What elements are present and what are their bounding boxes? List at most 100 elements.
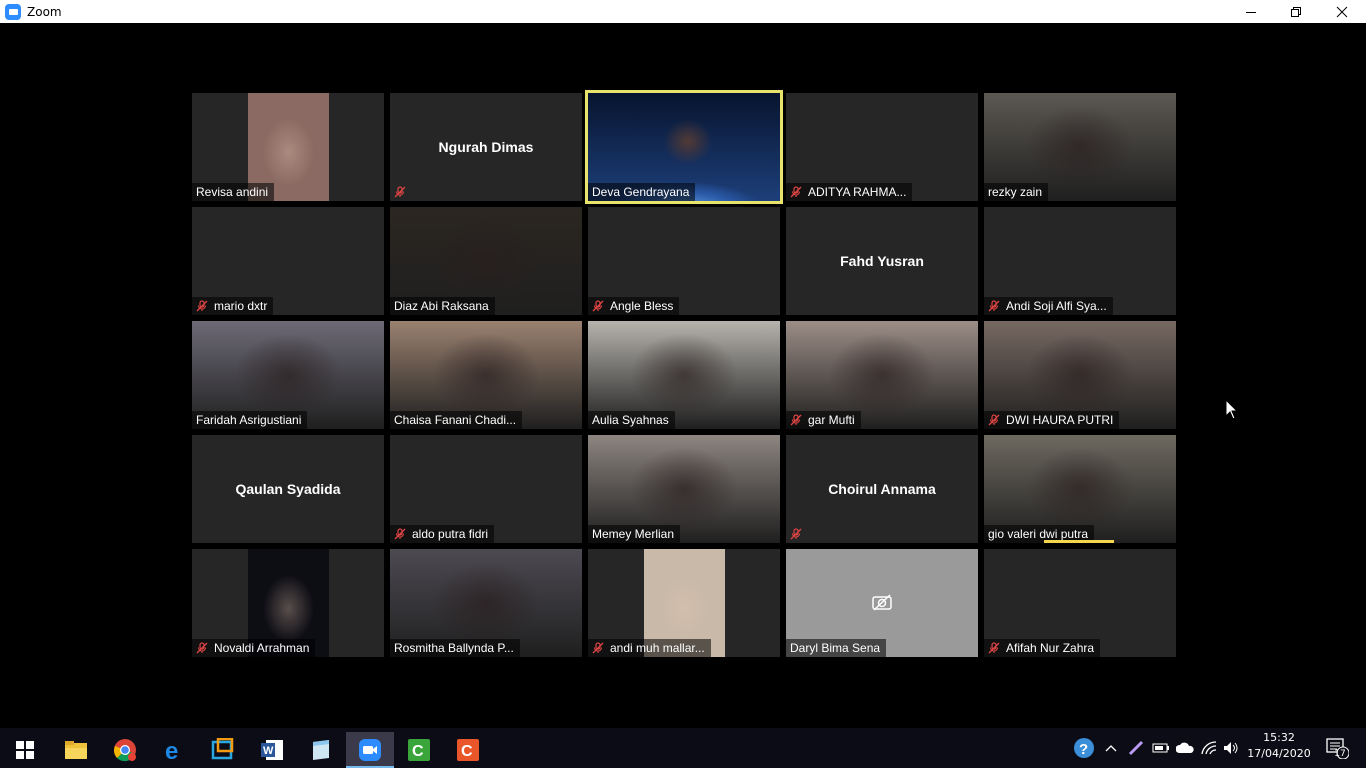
participant-tile[interactable]: Novaldi Arrahman — [192, 549, 384, 657]
restore-button[interactable] — [1273, 0, 1319, 23]
participant-tile[interactable]: aldo putra fidri — [390, 435, 582, 543]
clock-time: 15:32 — [1263, 731, 1295, 744]
participant-name-tag: Diaz Abi Raksana — [390, 297, 495, 315]
participant-display-name: Choirul Annama — [828, 481, 936, 497]
participant-name-tag — [390, 183, 418, 201]
notification-count: 17 — [1334, 749, 1346, 759]
snagit-icon[interactable]: C — [444, 732, 492, 768]
participant-name: gio valeri dwi putra — [988, 527, 1089, 541]
participant-name: Angle Bless — [610, 299, 674, 313]
word-icon[interactable]: W — [248, 732, 296, 768]
muted-mic-icon — [394, 186, 412, 198]
pen-icon[interactable] — [1125, 732, 1147, 764]
participant-name: aldo putra fidri — [412, 527, 489, 541]
participant-tile[interactable]: Daryl Bima Sena — [786, 549, 978, 657]
participant-tile[interactable]: Aulia Syahnas — [588, 321, 780, 429]
participant-name-tag — [786, 525, 814, 543]
participant-name-tag: Deva Gendrayana — [588, 183, 696, 201]
participant-tile[interactable]: Choirul Annama — [786, 435, 978, 543]
participant-tile[interactable]: Ngurah Dimas — [390, 93, 582, 201]
participant-name: Aulia Syahnas — [592, 413, 669, 427]
participant-name-tag: Angle Bless — [588, 297, 680, 315]
system-clock[interactable]: 15:32 17/04/2020 — [1242, 730, 1316, 762]
file-explorer-icon[interactable] — [52, 732, 100, 768]
participant-name: Afifah Nur Zahra — [1006, 641, 1095, 655]
participant-name-tag: mario dxtr — [192, 297, 274, 315]
participant-tile[interactable]: Deva Gendrayana — [585, 90, 783, 204]
participant-tile[interactable]: ADITYA RAHMA... — [786, 93, 978, 201]
chrome-icon[interactable] — [101, 732, 149, 768]
participant-tile[interactable]: Diaz Abi Raksana — [390, 207, 582, 315]
participant-name: Memey Merlian — [592, 527, 675, 541]
participant-name: ADITYA RAHMA... — [808, 185, 907, 199]
participant-name: DWI HAURA PUTRI — [1006, 413, 1114, 427]
participant-name-tag: Daryl Bima Sena — [786, 639, 887, 657]
muted-mic-icon — [196, 642, 214, 654]
participant-name-tag: ADITYA RAHMA... — [786, 183, 913, 201]
window-title: Zoom — [27, 4, 62, 19]
svg-text:C: C — [461, 743, 473, 760]
close-button[interactable] — [1319, 0, 1365, 23]
participant-tile[interactable]: Memey Merlian — [588, 435, 780, 543]
chevron-up-icon[interactable] — [1101, 732, 1121, 764]
camera-off-icon — [872, 594, 892, 611]
edge-icon[interactable]: e — [150, 732, 198, 768]
participant-display-name: Ngurah Dimas — [438, 139, 534, 155]
zoom-icon[interactable] — [346, 732, 394, 768]
participant-name-tag: DWI HAURA PUTRI — [984, 411, 1120, 429]
participant-tile[interactable]: Fahd Yusran — [786, 207, 978, 315]
participant-display-name: Qaulan Syadida — [235, 481, 341, 497]
participant-tile[interactable]: gio valeri dwi putra — [984, 435, 1176, 543]
notification-center-icon[interactable] — [1322, 732, 1352, 764]
onedrive-icon[interactable] — [1174, 732, 1196, 764]
participant-tile[interactable]: mario dxtr — [192, 207, 384, 315]
muted-mic-icon — [592, 642, 610, 654]
notepad-icon[interactable] — [297, 732, 345, 768]
wifi-icon[interactable] — [1198, 732, 1220, 764]
mouse-cursor-icon — [1225, 399, 1239, 420]
svg-text:W: W — [263, 745, 274, 757]
muted-mic-icon — [196, 300, 214, 312]
clock-date: 17/04/2020 — [1247, 747, 1311, 760]
participant-name: Daryl Bima Sena — [790, 641, 881, 655]
participant-tile[interactable]: Angle Bless — [588, 207, 780, 315]
participant-tile[interactable]: Afifah Nur Zahra — [984, 549, 1176, 657]
help-icon[interactable]: ? — [1072, 732, 1096, 764]
title-bar: Zoom — [0, 0, 1366, 23]
participant-name-tag: Rosmitha Ballynda P... — [390, 639, 520, 657]
muted-mic-icon — [394, 528, 412, 540]
start-icon[interactable] — [1, 732, 49, 768]
participant-tile[interactable]: Revisa andini — [192, 93, 384, 201]
participant-name: Novaldi Arrahman — [214, 641, 310, 655]
participant-name-tag: Andi Soji Alfi Sya... — [984, 297, 1113, 315]
participant-tile[interactable]: Faridah Asrigustiani — [192, 321, 384, 429]
camtasia-icon[interactable]: C — [395, 732, 443, 768]
participant-name: rezky zain — [988, 185, 1043, 199]
volume-icon[interactable] — [1220, 732, 1242, 764]
participant-display-name: Fahd Yusran — [840, 253, 924, 269]
app-window-icon[interactable] — [199, 732, 247, 768]
participant-tile[interactable]: andi muh mallar... — [588, 549, 780, 657]
participant-name: Faridah Asrigustiani — [196, 413, 302, 427]
participant-tile[interactable]: rezky zain — [984, 93, 1176, 201]
participant-name-tag: andi muh mallar... — [588, 639, 711, 657]
participant-name-tag: Afifah Nur Zahra — [984, 639, 1101, 657]
participant-tile[interactable]: gar Mufti — [786, 321, 978, 429]
participant-name: Deva Gendrayana — [592, 185, 690, 199]
muted-mic-icon — [988, 642, 1006, 654]
participant-tile[interactable]: DWI HAURA PUTRI — [984, 321, 1176, 429]
muted-mic-icon — [790, 414, 808, 426]
participant-name: Andi Soji Alfi Sya... — [1006, 299, 1107, 313]
participant-tile[interactable]: Qaulan Syadida — [192, 435, 384, 543]
minimize-button[interactable] — [1228, 0, 1274, 23]
zoom-logo-icon — [5, 3, 21, 20]
participant-tile[interactable]: Andi Soji Alfi Sya... — [984, 207, 1176, 315]
participant-name-tag: Aulia Syahnas — [588, 411, 675, 429]
participant-name: andi muh mallar... — [610, 641, 705, 655]
muted-mic-icon — [988, 300, 1006, 312]
participant-tile[interactable]: Rosmitha Ballynda P... — [390, 549, 582, 657]
participant-tile[interactable]: Chaisa Fanani Chadi... — [390, 321, 582, 429]
svg-text:C: C — [412, 743, 424, 760]
participant-name-tag: gar Mufti — [786, 411, 861, 429]
battery-icon[interactable] — [1150, 732, 1172, 764]
